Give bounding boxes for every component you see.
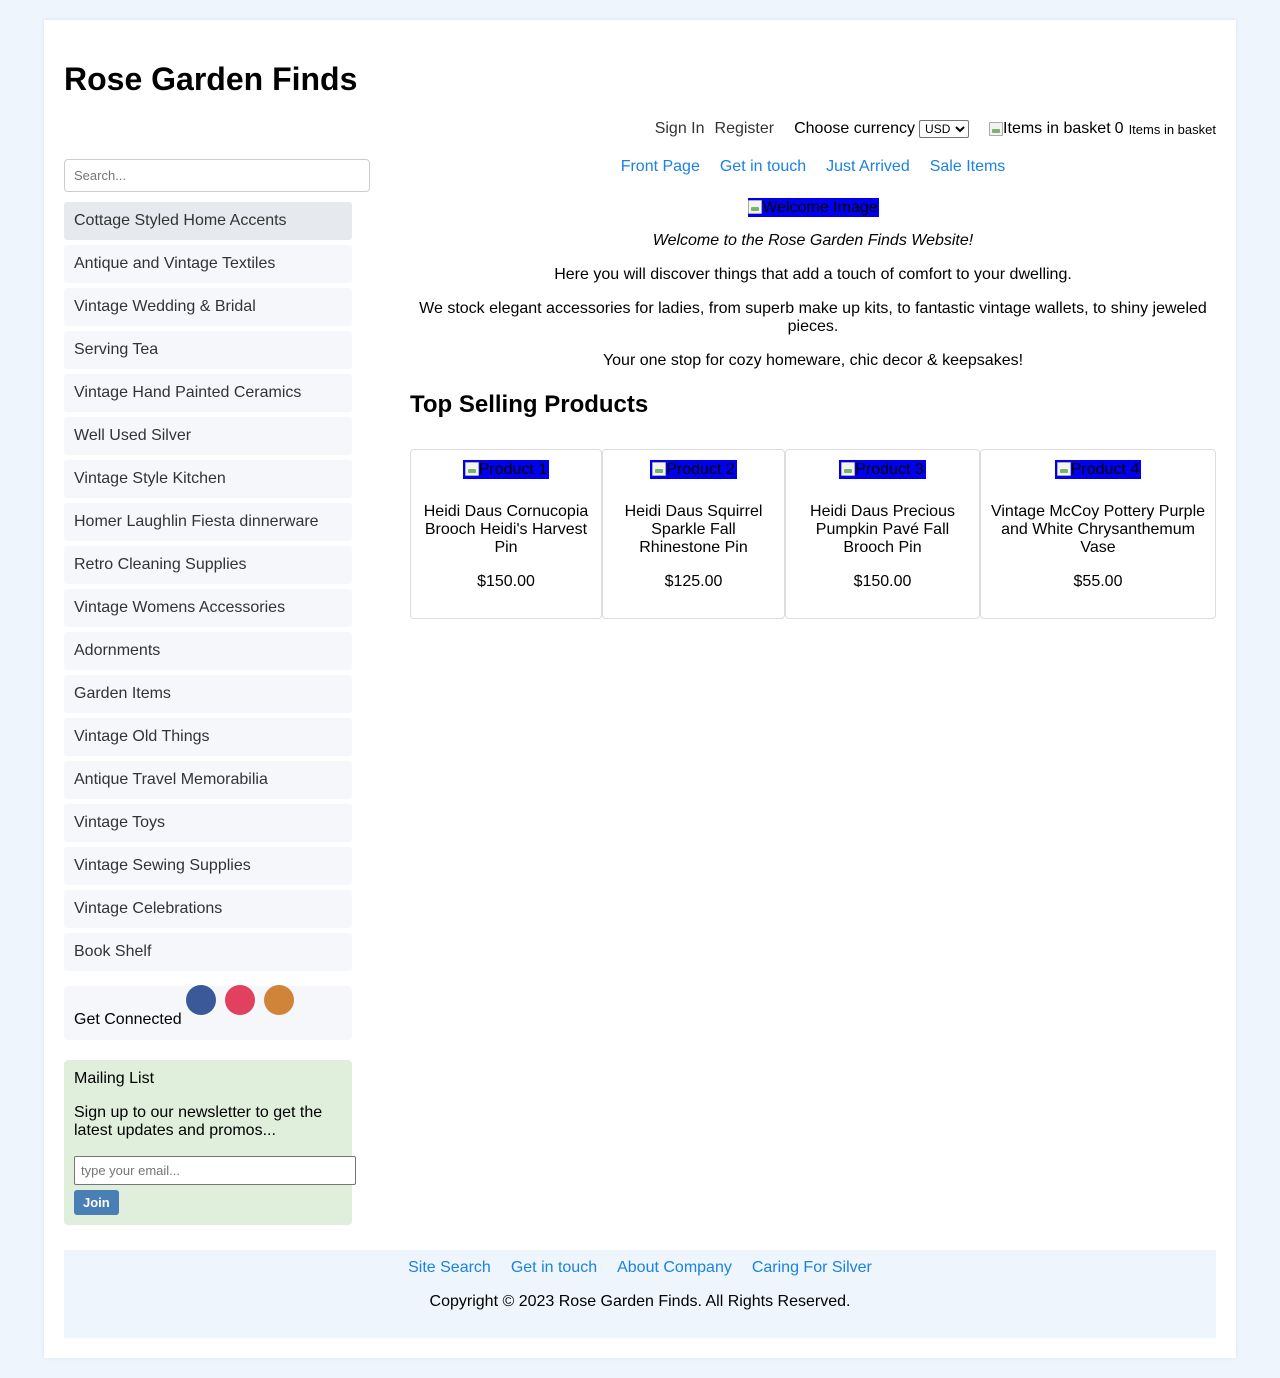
product-card[interactable]: Product 4 Vintage McCoy Pottery Purple an… [980,449,1216,619]
product-card[interactable]: Product 3 Heidi Daus Precious Pumpkin Pav… [785,449,980,619]
product-image-alt: Product 4 [1070,461,1140,478]
product-image-alt: Product 1 [478,461,548,478]
sidebar-category-item[interactable]: Vintage Celebrations [64,890,352,928]
broken-image-icon [841,462,856,476]
sidebar-category-item[interactable]: Retro Cleaning Supplies [64,546,352,584]
footer-nav: Site Search Get in touch About Company Cari… [64,1259,1216,1277]
mailing-list-title: Mailing List [74,1070,155,1087]
sidebar-category-item[interactable]: Homer Laughlin Fiesta dinnerware [64,503,352,541]
intro-paragraph: Here you will discover things that add a… [554,266,1072,283]
footer-link[interactable]: Get in touch [511,1259,597,1277]
welcome-image: Welcome Image [747,198,879,217]
sidebar-category-item[interactable]: Cottage Styled Home Accents [64,202,352,240]
get-connected-label: Get Connected [74,1011,182,1028]
broken-image-icon [1056,462,1071,476]
mailing-list-text: Sign up to our newsletter to get the lat… [74,1104,323,1139]
social-icons [185,985,303,1015]
intro-lead: Welcome to the Rose Garden Finds Website… [652,232,974,249]
register-link[interactable]: Register [715,120,775,138]
product-image[interactable]: Product 4 [1054,460,1142,479]
broken-image-icon [464,462,479,476]
product-price: $125.00 [664,573,723,590]
product-name[interactable]: Heidi Daus Precious Pumpkin Pavé Fall Br… [794,503,971,557]
account-bar: Sign In Register Choose currency USD Ite… [645,118,1216,140]
product-price: $150.00 [477,573,535,590]
sidebar-category-item[interactable]: Vintage Womens Accessories [64,589,352,627]
intro-paragraph: We stock elegant accessories for ladies,… [419,300,1207,335]
join-button[interactable]: Join [74,1190,119,1215]
product-image[interactable]: Product 1 [462,460,550,479]
basket-count: 0 [1114,120,1124,137]
currency-select[interactable]: USD [919,120,970,138]
product-price: $55.00 [1073,573,1123,590]
sidebar-category-item[interactable]: Garden Items [64,675,352,713]
product-name[interactable]: Vintage McCoy Pottery Purple and White C… [989,503,1207,557]
footer-link[interactable]: Caring For Silver [752,1259,872,1277]
sidebar-category-item[interactable]: Antique Travel Memorabilia [64,761,352,799]
sidebar-category-item[interactable]: Serving Tea [64,331,352,369]
page-container: Rose Garden Finds Sign In Register Choos… [44,20,1236,1358]
product-price: $150.00 [853,573,912,590]
nav-link[interactable]: Get in touch [720,158,806,176]
main-content: Front Page Get in touch Just Arrived Sale I… [410,156,1216,619]
footer: Site Search Get in touch About Company Cari… [64,1250,1216,1338]
broken-image-icon [652,462,667,476]
welcome-image-alt: Welcome Image [762,199,878,216]
sidebar-category-item[interactable]: Antique and Vintage Textiles [64,245,352,283]
sidebar-category-item[interactable]: Vintage Wedding & Bridal [64,288,352,326]
sidebar-category-item[interactable]: Vintage Sewing Supplies [64,847,352,885]
product-grid: Product 1 Heidi Daus Cornucopia Brooch He… [410,449,1216,619]
sidebar-category-item[interactable]: Adornments [64,632,352,670]
product-name[interactable]: Heidi Daus Squirrel Sparkle Fall Rhinest… [611,503,776,557]
product-image[interactable]: Product 2 [650,460,737,479]
product-image[interactable]: Product 3 [839,460,926,479]
sidebar-category-item[interactable]: Vintage Style Kitchen [64,460,352,498]
basket[interactable]: Items in basket 0 Items in basket [989,120,1216,138]
etsy-icon[interactable] [263,985,294,1015]
nav-link[interactable]: Just Arrived [826,158,910,176]
product-name[interactable]: Heidi Daus Cornucopia Brooch Heidi's Har… [419,503,593,557]
copyright: Copyright © 2023 Rose Garden Finds. All … [429,1293,851,1310]
search-input[interactable] [64,159,370,192]
product-card[interactable]: Product 2 Heidi Daus Squirrel Sparkle Fal… [602,449,785,619]
basket-image-alt: Items in basket [1003,120,1111,137]
mailing-list: Mailing List Sign up to our newsletter t… [64,1060,356,1225]
main-nav: Front Page Get in touch Just Arrived Sale I… [410,156,1216,178]
sidebar-category-item[interactable]: Vintage Hand Painted Ceramics [64,374,352,412]
broken-image-icon [989,122,1004,136]
nav-link[interactable]: Sale Items [930,158,1006,176]
basket-image: Items in basket [989,120,1111,138]
product-image-alt: Product 3 [855,461,924,478]
broken-image-icon [748,200,763,214]
basket-label: Items in basket [1128,121,1216,137]
footer-link[interactable]: About Company [617,1259,732,1277]
sidebar-category-item[interactable]: Vintage Toys [64,804,352,842]
footer-link[interactable]: Site Search [408,1259,491,1277]
email-field[interactable] [74,1156,356,1185]
product-image-alt: Product 2 [666,461,735,478]
sign-in-link[interactable]: Sign In [655,120,705,138]
product-card[interactable]: Product 1 Heidi Daus Cornucopia Brooch He… [410,449,602,619]
sidebar-category-item[interactable]: Vintage Old Things [64,718,352,756]
intro: Welcome to the Rose Garden Finds Website… [410,232,1216,370]
facebook-icon[interactable] [185,985,216,1015]
category-list: Cottage Styled Home Accents Antique and V… [64,202,352,971]
sidebar: Cottage Styled Home Accents Antique and V… [64,159,370,1225]
intro-paragraph: Your one stop for cozy homeware, chic de… [602,352,1024,369]
currency-label: Choose currency [794,120,916,137]
sidebar-category-item[interactable]: Book Shelf [64,933,352,971]
instagram-icon[interactable] [224,985,255,1015]
top-selling-title: Top Selling Products [410,391,649,418]
get-connected: Get Connected [64,985,352,1040]
nav-link[interactable]: Front Page [621,158,700,176]
site-title: Rose Garden Finds [64,61,358,97]
sidebar-category-item[interactable]: Well Used Silver [64,417,352,455]
